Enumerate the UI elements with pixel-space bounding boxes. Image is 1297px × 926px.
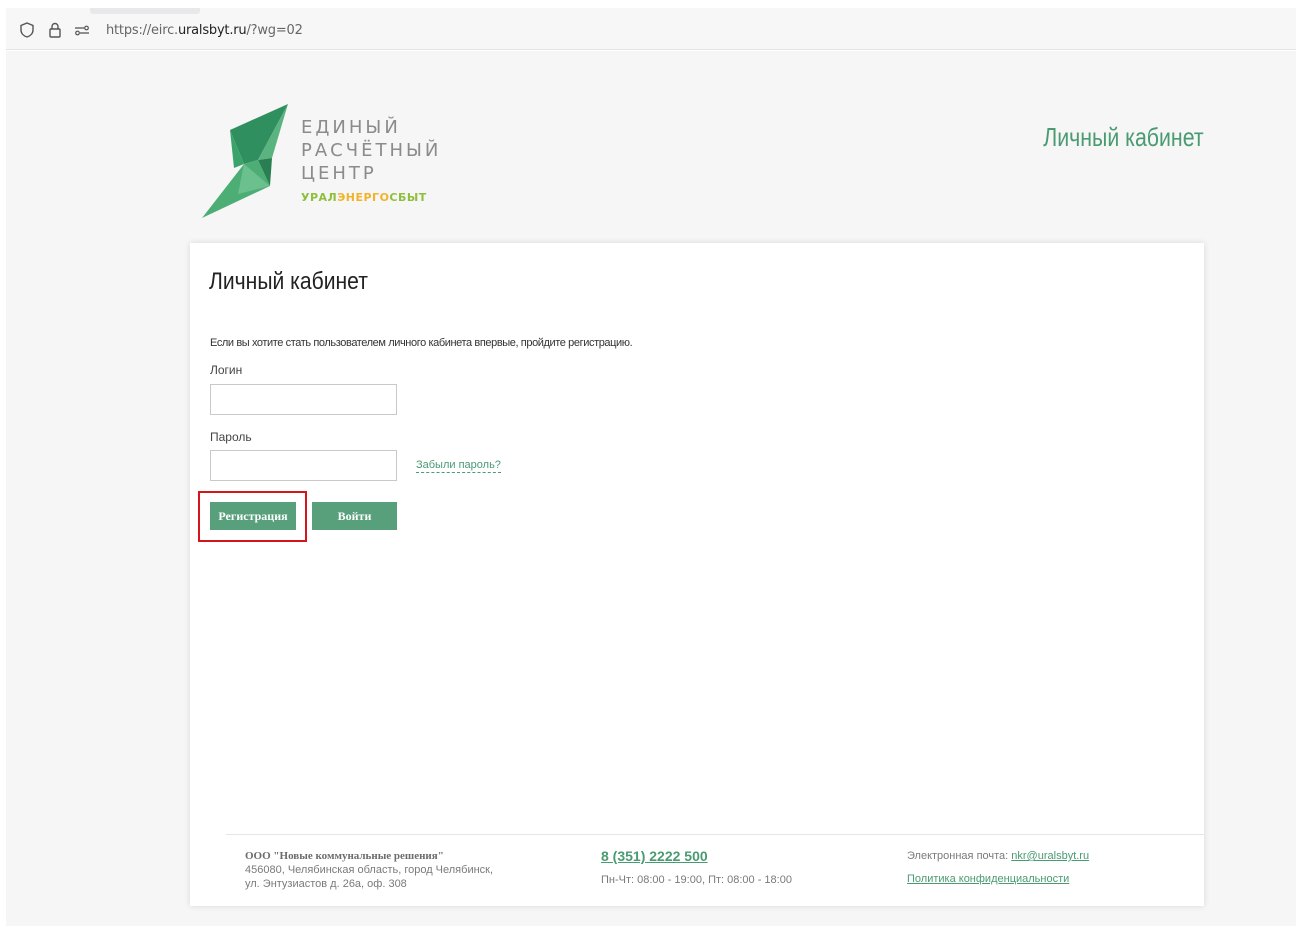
logo-wordmark: ЕДИНЫЙ РАСЧЁТНЫЙ ЦЕНТР УРАЛЭНЕРГОСБЫТ: [301, 116, 441, 204]
eirc-logo-icon[interactable]: [200, 102, 310, 220]
password-input[interactable]: [210, 450, 397, 481]
login-input[interactable]: [210, 384, 397, 415]
url-text[interactable]: https://eirc.uralsbyt.ru/?wg=02: [106, 23, 303, 38]
page-title: Личный кабинет: [209, 268, 368, 295]
address-line: 456080, Челябинская область, город Челяб…: [245, 864, 494, 876]
logo-line: РАСЧЁТНЫЙ: [301, 140, 442, 161]
shield-icon[interactable]: [18, 21, 36, 39]
header-title: Личный кабинет: [1043, 122, 1204, 152]
browser-address-bar: https://eirc.uralsbyt.ru/?wg=02: [6, 8, 1296, 50]
address-line: ул. Энтузиастов д. 26а, оф. 308: [245, 878, 407, 890]
lock-icon[interactable]: [46, 21, 64, 39]
logo-line: ЕДИНЫЙ: [301, 117, 401, 138]
permissions-icon[interactable]: [73, 21, 91, 39]
email-label: Электронная почта:: [907, 850, 1009, 862]
password-label: Пароль: [210, 430, 252, 444]
footer-divider: [226, 834, 1204, 835]
login-label: Логин: [210, 363, 243, 377]
browser-tab-edge: [90, 8, 200, 14]
working-hours: Пн-Чт: 08:00 - 19:00, Пт: 08:00 - 18:00: [601, 874, 792, 886]
login-card: Личный кабинет Если вы хотите стать поль…: [190, 243, 1204, 906]
register-button[interactable]: Регистрация: [210, 502, 296, 530]
forgot-password-link[interactable]: Забыли пароль?: [416, 459, 501, 473]
email-link[interactable]: nkr@uralsbyt.ru: [1011, 850, 1089, 862]
logo-subtitle: УРАЛЭНЕРГОСБЫТ: [301, 191, 427, 204]
phone-link[interactable]: 8 (351) 2222 500: [601, 848, 708, 864]
login-button[interactable]: Войти: [312, 502, 397, 530]
company-name: ООО "Новые коммунальные решения": [245, 850, 444, 862]
privacy-policy-link[interactable]: Политика конфиденциальности: [907, 873, 1069, 885]
footer-company-info: ООО "Новые коммунальные решения" 456080,…: [245, 849, 493, 891]
footer-email: Электронная почта: nkr@uralsbyt.ru: [907, 850, 1089, 862]
registration-hint: Если вы хотите стать пользователем лично…: [210, 337, 633, 349]
logo-line: ЦЕНТР: [301, 163, 377, 184]
